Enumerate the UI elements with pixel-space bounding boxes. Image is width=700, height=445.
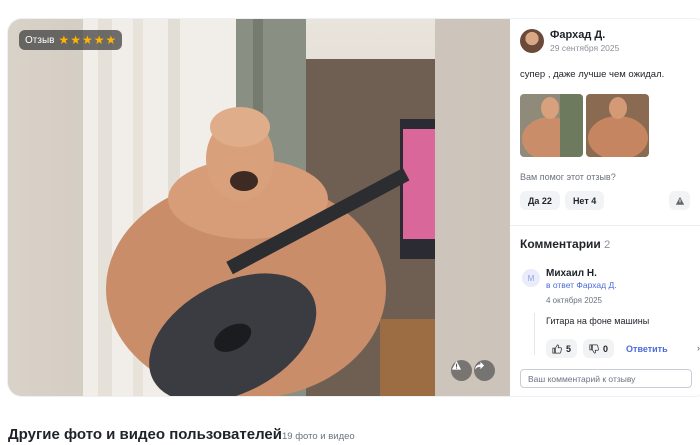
comment-actions: 5 0 Ответить [546,339,668,358]
comment-avatar: М [522,269,540,287]
thumbs-up-icon [552,343,562,354]
star-icon: ★ [105,33,117,47]
review-photo[interactable]: Отзыв ★ ★ ★ ★ ★ [8,19,510,396]
comment-author-name[interactable]: Михаил Н. [546,268,597,279]
comments-title: Комментарии [520,237,601,251]
star-icon: ★ [81,33,93,47]
thumbs-down-icon [589,343,599,354]
comments-heading: Комментарии 2 [520,237,610,251]
section-count: 19 фото и видео [282,431,355,442]
comment-input[interactable]: Ваш комментарий к отзыву [520,369,692,388]
author-name[interactable]: Фархад Д. [550,29,619,42]
share-arrow-icon [474,361,485,370]
star-icon: ★ [70,33,81,47]
review-author[interactable]: Фархад Д. 29 сентября 2025 [520,29,619,54]
review-date: 29 сентября 2025 [550,43,620,53]
comment-like-count: 5 [566,343,572,354]
comment-reply-button[interactable]: Ответить [626,344,668,354]
thread-line [534,313,535,355]
share-photo-button[interactable] [474,360,495,381]
comment-dislike-count: 0 [603,343,609,354]
rating-stars: ★ ★ ★ ★ ★ [58,34,116,46]
star-icon: ★ [58,33,70,47]
review-text: супер , даже лучше чем ожидал. [520,69,665,80]
comments-count: 2 [604,239,611,251]
comment-dislike-button[interactable]: 0 [583,339,615,358]
review-page: Отзыв ★ ★ ★ ★ ★ Фархад Д. 29 сентября 20… [0,0,700,445]
comment-text: Гитара на фоне машины [546,316,650,326]
badge-label: Отзыв [25,34,55,46]
comment-like-button[interactable]: 5 [546,339,578,358]
review-card: Отзыв ★ ★ ★ ★ ★ Фархад Д. 29 сентября 20… [8,19,700,396]
review-thumbnails [520,94,649,157]
warning-icon [675,196,684,205]
section-title: Другие фото и видео пользователей [8,426,282,443]
helpful-question: Вам помог этот отзыв? [520,172,616,182]
star-icon: ★ [93,33,105,47]
avatar[interactable] [520,29,544,53]
divider [510,225,700,226]
review-thumbnail[interactable] [520,94,583,157]
warning-icon [451,360,462,370]
vote-no-button[interactable]: Нет 4 [564,191,605,210]
report-photo-button[interactable] [451,360,472,381]
helpful-votes: Да 22 Нет 4 [520,191,605,210]
review-thumbnail[interactable] [586,94,649,157]
review-rating-badge: Отзыв ★ ★ ★ ★ ★ [19,30,123,50]
vote-yes-button[interactable]: Да 22 [520,191,560,210]
report-review-button[interactable] [669,191,690,210]
comment-date: 4 октября 2025 [546,296,602,305]
photo-image [8,19,510,396]
review-panel: Фархад Д. 29 сентября 2025 супер , даже … [510,19,700,396]
comment-reply-to[interactable]: в ответ Фархад Д. [546,280,617,290]
